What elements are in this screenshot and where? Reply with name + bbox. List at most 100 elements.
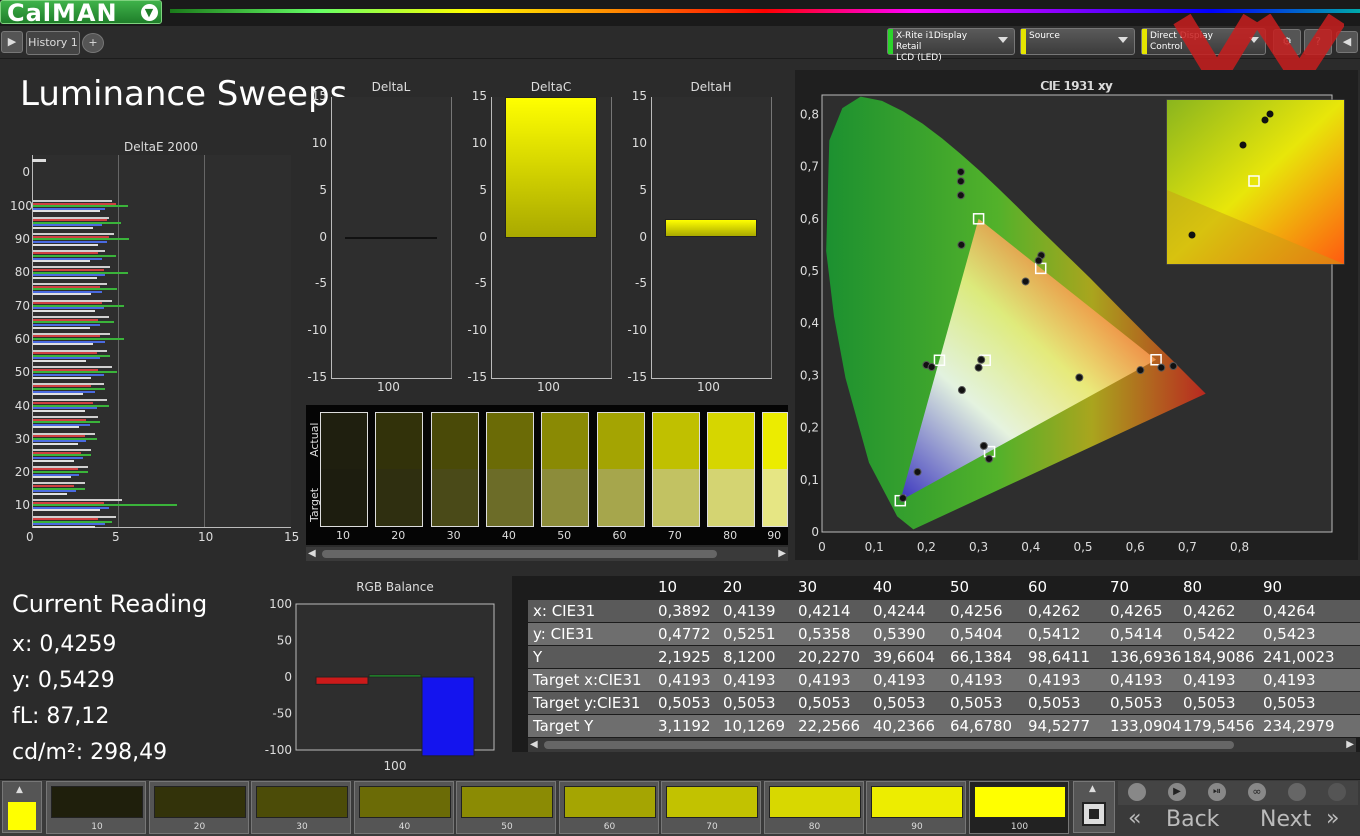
color-patch-button[interactable]: 30	[251, 781, 351, 834]
swatch-scrollbar[interactable]: ◀ ▶	[306, 547, 788, 561]
table-cell: 10,1269	[723, 717, 786, 735]
rgb-x-label: 100	[384, 759, 407, 773]
record-icon[interactable]	[1328, 783, 1346, 801]
column-header: 30	[798, 578, 818, 596]
swatch-target	[707, 469, 756, 527]
color-patch-button[interactable]: 100	[968, 781, 1069, 834]
chevron-up-icon[interactable]: ▲	[16, 785, 23, 795]
small-chart-title: DeltaL	[371, 80, 411, 94]
deltae-bar	[33, 260, 90, 263]
table-cell: 0,4262	[1028, 602, 1081, 620]
patch-label: 70	[706, 822, 718, 832]
deltae-y-tick: 90	[14, 232, 30, 246]
table-row: Target Y 3,1192 10,1269 22,2566 40,2366 64,67…	[528, 715, 1360, 737]
color-patch-button[interactable]: 50	[456, 781, 556, 834]
back-button[interactable]: « Back	[1118, 806, 1238, 834]
loop-icon[interactable]: ∞	[1248, 783, 1266, 801]
expand-panel-button[interactable]: ▶	[1, 31, 23, 53]
small-chart-y-tick: 10	[311, 135, 327, 150]
row-label: Target Y	[533, 717, 594, 735]
table-cell: 0,4193	[723, 671, 776, 689]
meter-status-bar	[888, 29, 893, 54]
color-patch-button[interactable]: 20	[148, 781, 249, 834]
table-cell: 0,4262	[1183, 602, 1236, 620]
color-patch-button[interactable]: 70	[661, 781, 761, 834]
add-tab-button[interactable]: +	[82, 33, 104, 53]
swatch-target	[596, 469, 645, 527]
color-patch-button[interactable]: 80	[763, 781, 864, 834]
measured-point	[898, 494, 907, 503]
swatch-actual	[596, 412, 645, 469]
current-reading-title: Current Reading	[12, 590, 208, 618]
measure-panel[interactable]: ▲	[1073, 781, 1115, 833]
swatch-actual	[320, 412, 368, 469]
source-status-bar	[1021, 29, 1026, 54]
scroll-right-icon[interactable]: ▶	[778, 548, 786, 559]
color-patch-button[interactable]: 40	[353, 781, 454, 834]
display-status-bar	[1142, 29, 1147, 54]
table-cell: 0,5390	[873, 625, 926, 643]
deltae-y-tick: 70	[14, 299, 30, 313]
measured-point	[956, 167, 965, 176]
patch-swatch	[461, 786, 553, 818]
table-cell: 98,6411	[1028, 648, 1091, 666]
logo-text: CalMAN	[7, 0, 118, 27]
deltae-title: DeltaE 2000	[124, 140, 198, 154]
deltae-bar	[33, 426, 80, 429]
table-cell: 94,5277	[1028, 717, 1091, 735]
play-icon[interactable]: ▶	[1168, 783, 1186, 801]
chevron-up-icon[interactable]: ▲	[1089, 784, 1096, 794]
table-row: Target x:CIE31 0,4193 0,4193 0,4193 0,4193 0,…	[528, 669, 1360, 691]
deltae-bar	[33, 476, 71, 479]
table-cell: 136,6936	[1110, 648, 1182, 666]
deltae-y-tick: 10	[14, 498, 30, 512]
small-chart-x-label: 100	[537, 380, 560, 394]
measure-stop-button[interactable]	[1082, 802, 1106, 826]
table-cell: 0,5053	[1110, 694, 1163, 712]
small-chart-y-tick: -15	[627, 370, 647, 384]
patch-swatch	[666, 786, 758, 818]
deltae-x-tick: 0	[26, 530, 34, 544]
table-cell: 179,5456	[1183, 717, 1255, 735]
column-header: 90	[1263, 578, 1283, 596]
cie-y-tick: 0,4	[800, 316, 819, 330]
rgb-y-tick: 50	[277, 634, 292, 648]
tab-history-1[interactable]: History 1	[26, 31, 80, 55]
scroll-right-icon[interactable]: ▶	[1346, 739, 1354, 750]
refresh-icon[interactable]	[1288, 783, 1306, 801]
swatch-actual	[651, 412, 700, 469]
cie-x-tick: 0,1	[865, 540, 884, 554]
scroll-left-icon[interactable]: ◀	[530, 739, 538, 750]
patch-swatch	[153, 786, 246, 818]
current-color-panel[interactable]: ▲	[2, 781, 42, 833]
table-cell: 234,2979	[1263, 717, 1335, 735]
rgb-y-tick: 0	[284, 670, 292, 684]
scroll-left-icon[interactable]: ◀	[308, 548, 316, 559]
stop-button[interactable]	[1128, 783, 1146, 801]
color-patch-button[interactable]: 10	[46, 781, 146, 834]
table-cell: 0,4772	[658, 625, 711, 643]
table-cell: 0,4193	[1028, 671, 1081, 689]
tab-label: History 1	[28, 36, 78, 49]
calman-logo-button[interactable]: CalMAN ▼	[0, 0, 162, 27]
next-button[interactable]: Next »	[1240, 806, 1358, 834]
top-bar	[0, 0, 1360, 26]
cie-y-tick: 0,6	[800, 212, 819, 226]
deltae-bar	[33, 276, 97, 279]
color-patch-button[interactable]: 60	[558, 781, 659, 834]
deltae-bar	[33, 310, 95, 313]
stop-icon	[1089, 809, 1099, 819]
table-row: y: CIE31 0,4772 0,5251 0,5358 0,5390 0,5404 0,…	[528, 623, 1360, 645]
table-cell: 0,5412	[1028, 625, 1081, 643]
scrollbar-thumb[interactable]	[544, 741, 1234, 749]
source-select[interactable]: Source	[1020, 28, 1135, 55]
small-chart-y-tick: 0	[479, 229, 487, 244]
table-scrollbar[interactable]: ◀ ▶	[528, 738, 1356, 752]
scrollbar-thumb[interactable]	[322, 550, 717, 558]
patch-swatch	[256, 786, 348, 818]
step-icon[interactable]: ⏯	[1208, 783, 1226, 801]
meter-select[interactable]: X-Rite i1Display Retail LCD (LED)	[887, 28, 1015, 63]
color-patch-button[interactable]: 90	[866, 781, 966, 834]
cie-x-tick: 0,4	[1021, 540, 1040, 554]
rgb-balance-title: RGB Balance	[356, 580, 434, 594]
